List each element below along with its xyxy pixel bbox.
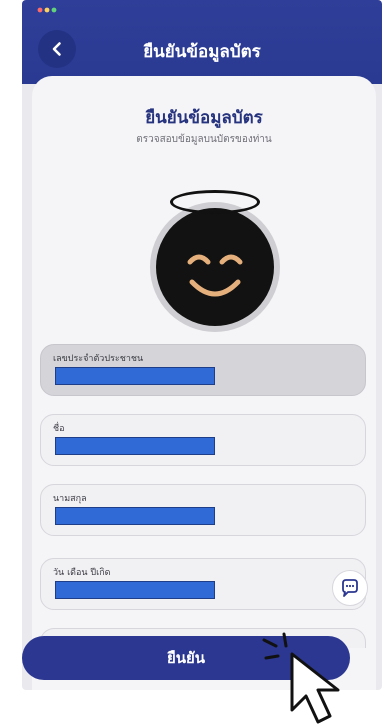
redacted-value [55,581,215,599]
redacted-value [55,367,215,385]
card-title: ยืนยันข้อมูลบัตร [145,108,263,128]
smiling-face-icon [187,254,243,297]
first-name-label: ชื่อ [53,424,65,434]
id-number-label: เลขประจำตัวประชาชน [53,354,144,364]
redacted-value [55,437,215,455]
app-header: ยืนยันข้อมูลบัตร [22,0,382,84]
avatar [156,208,274,326]
page-title: ยืนยันข้อมูลบัตร [143,42,261,62]
confirm-button-label: ยืนยัน [166,649,206,667]
last-name-field[interactable]: นามสกุล [40,484,366,536]
status-bar-icons [37,7,57,13]
chat-button[interactable] [332,570,368,606]
first-name-field[interactable]: ชื่อ [40,414,366,466]
redacted-value [55,507,215,525]
birth-date-field[interactable]: วัน เดือน ปีเกิด [40,558,366,610]
birth-date-label: วัน เดือน ปีเกิด [53,568,111,578]
card-subtitle: ตรวจสอบข้อมูลบนบัตรของท่าน [136,134,272,145]
id-number-field: เลขประจำตัวประชาชน [40,344,366,396]
chat-bubble-icon [342,579,358,597]
verify-card: ยืนยันข้อมูลบัตร ตรวจสอบข้อมูลบนบัตรของท… [32,76,376,690]
phone-screen: ยืนยันข้อมูลบัตร ยืนยันข้อมูลบัตร ตรวจสอ… [22,0,382,690]
mouse-cursor-icon [262,632,340,724]
halo-icon [170,190,260,214]
last-name-label: นามสกุล [53,494,87,504]
